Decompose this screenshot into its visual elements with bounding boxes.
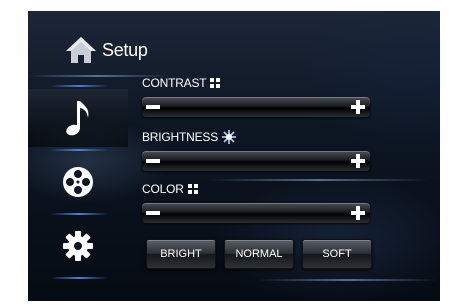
brightness-control: BRIGHTNESS xyxy=(142,129,370,171)
sidebar-item-music[interactable] xyxy=(28,89,128,147)
contrast-icon xyxy=(210,78,221,88)
brightness-slider[interactable] xyxy=(142,151,370,171)
color-slider[interactable] xyxy=(142,203,370,223)
normal-button[interactable]: NORMAL xyxy=(224,239,294,269)
bright-button[interactable]: BRIGHT xyxy=(146,239,216,269)
sidebar-divider xyxy=(50,213,108,215)
color-icon xyxy=(187,184,198,194)
sidebar-divider xyxy=(50,149,108,151)
sidebar-item-video[interactable] xyxy=(28,153,128,211)
header: Setup xyxy=(64,35,148,65)
decrease-icon[interactable] xyxy=(146,105,160,109)
increase-icon[interactable] xyxy=(351,206,365,220)
light-streak xyxy=(258,279,438,281)
contrast-label: CONTRAST xyxy=(142,76,207,90)
home-icon[interactable] xyxy=(64,35,98,65)
setup-screen: Setup CONTRAST BRIGHTNESS COLOR BRIGHT N… xyxy=(28,11,440,301)
decrease-icon[interactable] xyxy=(146,211,160,215)
page-title: Setup xyxy=(102,39,148,60)
color-label: COLOR xyxy=(142,182,184,196)
sidebar-divider xyxy=(50,277,108,279)
contrast-slider[interactable] xyxy=(142,97,370,117)
sidebar-item-settings[interactable] xyxy=(28,217,128,275)
gear-icon xyxy=(63,231,93,261)
brightness-icon xyxy=(222,130,237,144)
music-note-icon xyxy=(66,101,89,136)
decrease-icon[interactable] xyxy=(146,159,160,163)
increase-icon[interactable] xyxy=(351,154,365,168)
film-reel-icon xyxy=(63,167,93,197)
sidebar-divider xyxy=(50,85,108,87)
light-streak xyxy=(208,179,428,181)
increase-icon[interactable] xyxy=(351,100,365,114)
color-control: COLOR xyxy=(142,181,370,223)
brightness-label: BRIGHTNESS xyxy=(142,130,219,144)
soft-button[interactable]: SOFT xyxy=(302,239,372,269)
contrast-control: CONTRAST xyxy=(142,75,370,117)
